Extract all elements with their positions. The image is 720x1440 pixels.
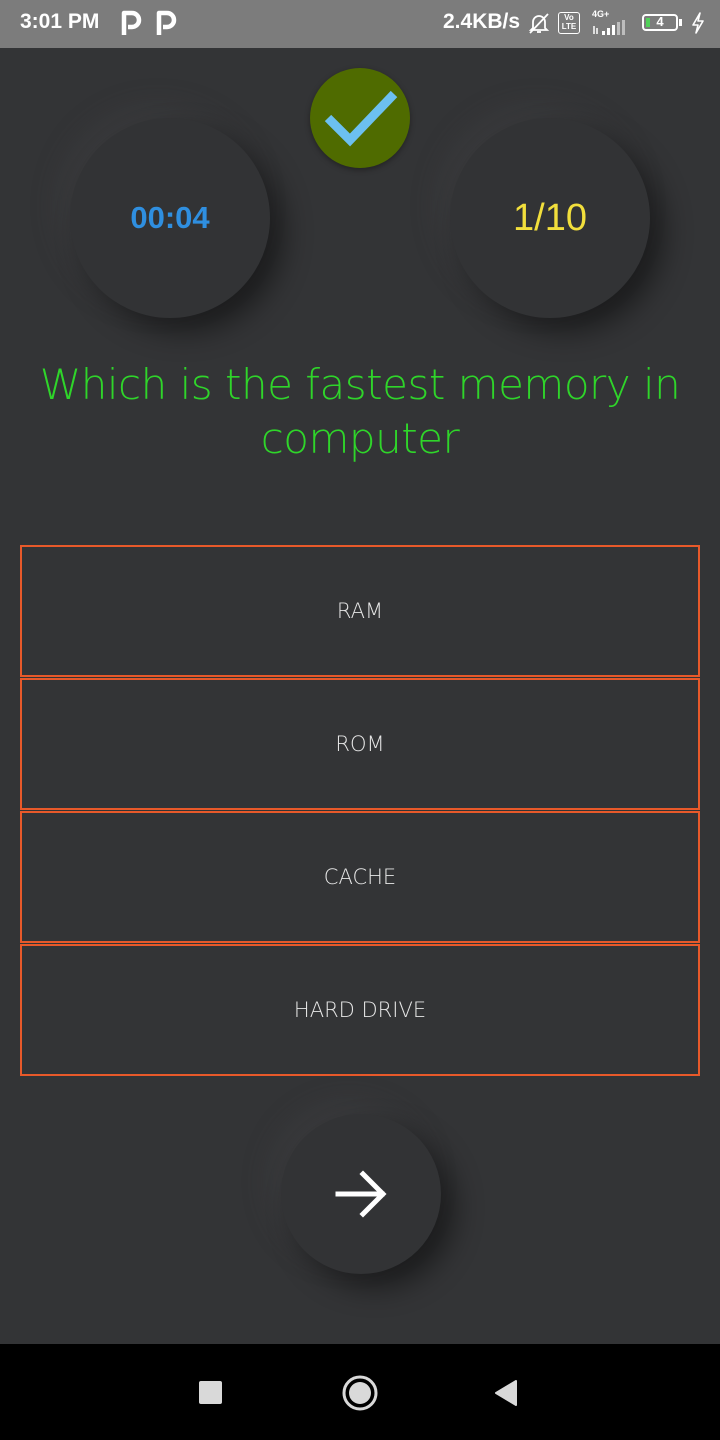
progress-circle: 1/10 xyxy=(450,118,650,318)
option-label: HARD DRIVE xyxy=(293,998,427,1022)
back-triangle-icon[interactable] xyxy=(494,1380,518,1406)
status-bar: 3:01 PM 2.4KB/s Vo LTE 4G+ 4 xyxy=(0,0,720,48)
network-speed: 2.4KB/s xyxy=(443,10,521,33)
parking-icon xyxy=(121,10,142,35)
status-time: 3:01 PM xyxy=(20,10,100,33)
option-label: ROM xyxy=(335,732,385,756)
question-progress: 1/10 xyxy=(513,196,587,239)
battery-icon: 4 xyxy=(642,14,678,31)
option-label: RAM xyxy=(336,599,384,623)
timer-circle: 00:04 xyxy=(70,118,270,318)
option-label: CACHE xyxy=(323,865,397,889)
timer-value: 00:04 xyxy=(130,200,210,235)
question-text: Which is the fastest memory in computer xyxy=(39,360,681,463)
signal-icon xyxy=(593,20,625,35)
checkmark-icon xyxy=(324,90,398,147)
system-navigation-bar xyxy=(0,1344,720,1440)
quiz-screen: 3:01 PM 2.4KB/s Vo LTE 4G+ 4 00:04 1/10 … xyxy=(0,0,720,1440)
charging-icon xyxy=(692,12,704,34)
volte-icon: Vo LTE xyxy=(558,12,580,34)
option-button[interactable]: CACHE xyxy=(20,811,700,943)
battery-level: 4 xyxy=(656,14,664,29)
next-question-button[interactable] xyxy=(281,1114,441,1274)
notifications-off-icon xyxy=(528,13,550,34)
option-button[interactable]: HARD DRIVE xyxy=(20,944,700,1076)
home-circle-icon[interactable] xyxy=(341,1374,379,1412)
recents-square-icon[interactable] xyxy=(199,1381,222,1404)
correct-answer-badge xyxy=(310,68,410,168)
network-type: 4G+ xyxy=(592,9,610,19)
arrow-right-icon xyxy=(335,1170,387,1218)
option-button[interactable]: RAM xyxy=(20,545,700,677)
parking-icon xyxy=(156,10,177,35)
option-button[interactable]: ROM xyxy=(20,678,700,810)
volte-label: Vo LTE xyxy=(561,13,577,31)
